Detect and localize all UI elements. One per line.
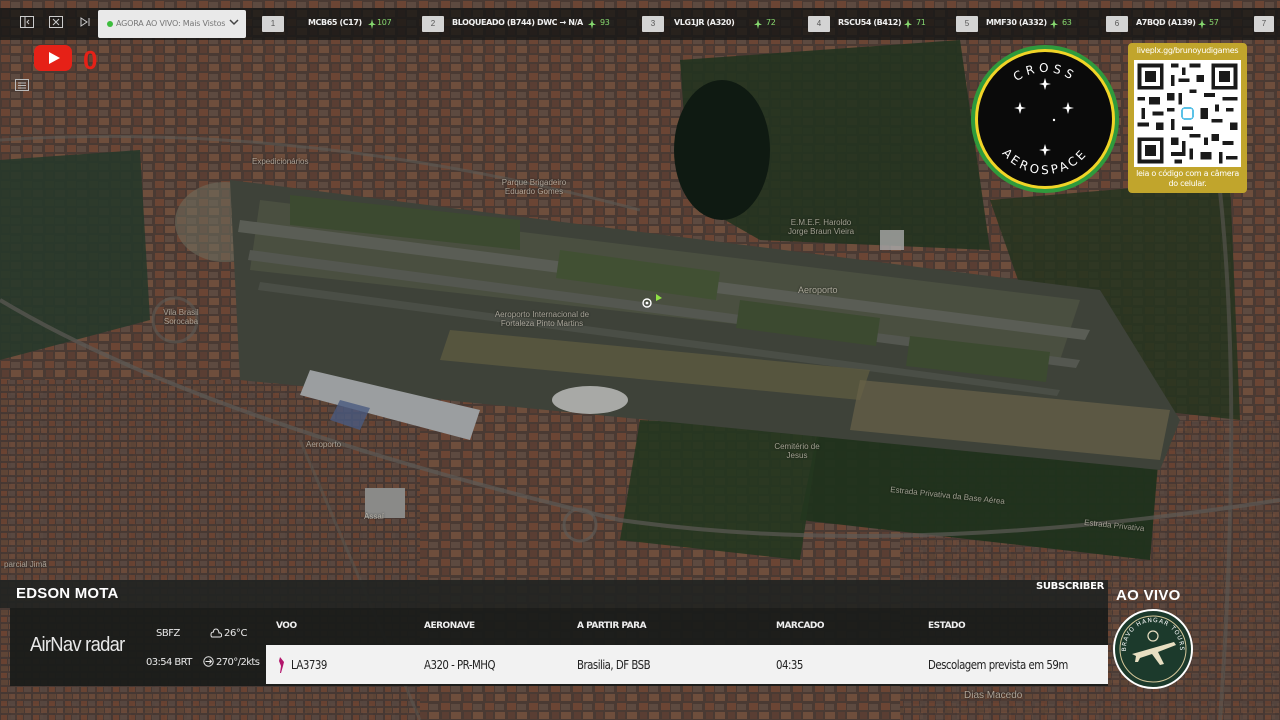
weather-cloud-icon: [210, 628, 223, 638]
skip-next-icon[interactable]: [77, 16, 93, 32]
map-label: Expedicionários: [252, 157, 309, 166]
header-status: ESTADO: [928, 621, 966, 631]
subscriber-label: SUBSCRIBER: [1035, 581, 1104, 592]
stream-screen: Expedicionários Parque Brigadeiro Eduard…: [0, 0, 1280, 720]
top-flight-item[interactable]: 3 VLG1JR (A320) 72: [642, 16, 792, 32]
header-aircraft: AERONAVE: [424, 621, 475, 631]
top-flight-item[interactable]: 1 MCB65 (C17) 107: [262, 16, 412, 32]
map-label: Assaí: [364, 512, 385, 521]
flight-info-panel: EDSON MOTA SUBSCRIBER AirNav radar SBFZ …: [0, 580, 1108, 686]
wind-compass-icon: [203, 656, 214, 667]
brand-main: AirNav: [30, 634, 82, 656]
flight-status: Descolagem prevista em 59m: [928, 658, 1068, 672]
presenter-name: EDSON MOTA: [16, 585, 119, 602]
map-label: Parque Brigadeiro Eduardo Gomes: [501, 178, 567, 196]
map-label: Aeroporto Internacional de Fortaleza Pin…: [494, 310, 590, 328]
live-status-dot: [107, 21, 113, 27]
flight-viewers: 57: [1209, 18, 1219, 27]
live-selector-dropdown[interactable]: AGORA AO VIVO: Mais Vistos: [98, 10, 246, 38]
viewers-icon: [904, 19, 912, 29]
map-label: Cemitério de Jesus: [774, 442, 820, 460]
flight-viewers: 72: [766, 18, 776, 27]
flight-rank: 5: [956, 16, 978, 32]
flight-rank: 1: [262, 16, 284, 32]
top-bar: AGORA AO VIVO: Mais Vistos 1 MCB65 (C17)…: [0, 8, 1280, 40]
flight-row[interactable]: LA3739 A320 - PR-MHQ Brasilia, DF BSB 04…: [266, 645, 1108, 684]
airnav-radar-logo: AirNav radar: [30, 634, 125, 657]
header-destination: A PARTIR PARA: [577, 621, 647, 631]
bravo-hangar-tours-logo: BRAVO HANGAR TOURS: [1113, 609, 1193, 689]
flight-viewers: 63: [1062, 18, 1072, 27]
airport-code: SBFZ: [156, 628, 180, 639]
qr-code-card[interactable]: liveplx.gg/brunoyudigames leia o código …: [1128, 43, 1247, 193]
chevron-down-icon: [229, 19, 239, 26]
temperature-value: 26°C: [224, 628, 248, 639]
flight-code: VLG1JR (A320): [674, 18, 735, 27]
youtube-icon[interactable]: [34, 45, 72, 71]
live-badge: AO VIVO: [1116, 587, 1181, 604]
header-flight: VOO: [276, 621, 297, 631]
sidebar-toggle-icon[interactable]: [19, 16, 35, 32]
flight-viewers: 71: [916, 18, 926, 27]
top-flight-item[interactable]: 7: [1254, 16, 1278, 32]
map-label: Aeroporto: [798, 285, 838, 295]
cross-aerospace-logo: CROSS AEROSPACE: [971, 45, 1119, 193]
map-label: E.M.E.F. Haroldo Jorge Braun Vieira: [787, 218, 855, 236]
flight-rank: 7: [1254, 16, 1274, 32]
brand-sub: radar: [85, 634, 125, 656]
flight-rank: 2: [422, 16, 444, 32]
flight-rank: 4: [808, 16, 830, 32]
list-panel-icon[interactable]: [12, 79, 32, 95]
qr-code[interactable]: [1134, 60, 1241, 167]
top-flight-item[interactable]: 6 A7BQD (A139) 57: [1106, 16, 1226, 32]
map-label: Dias Macedo: [964, 690, 1023, 701]
flight-code: BLOQUEADO (B744) DWC → N/A: [452, 18, 583, 27]
top-flight-item[interactable]: 5 MMF30 (A332) 63: [956, 16, 1096, 32]
flight-rank: 6: [1106, 16, 1128, 32]
close-panel-icon[interactable]: [48, 16, 64, 32]
flight-code: RSCU54 (B412): [838, 18, 902, 27]
top-flight-item[interactable]: 2 BLOQUEADO (B744) DWC → N/A 93: [422, 16, 622, 32]
wind-value: 270°/2kts: [216, 657, 260, 668]
flight-viewers: 93: [600, 18, 610, 27]
top-flight-item[interactable]: 4 RSCU54 (B412) 71: [808, 16, 948, 32]
scheduled-time: 04:35: [776, 658, 803, 672]
viewers-icon: [1198, 19, 1206, 29]
temperature: 26°C: [210, 627, 248, 639]
map-label: parcial Jimã: [4, 560, 47, 569]
flight-code: MMF30 (A332): [986, 18, 1047, 27]
play-icon: [49, 52, 60, 64]
flight-number: LA3739: [291, 658, 327, 672]
viewers-icon: [588, 19, 596, 29]
panel-header: EDSON MOTA SUBSCRIBER: [0, 580, 1108, 608]
flight-code: A7BQD (A139): [1136, 18, 1196, 27]
header-scheduled: MARCADO: [776, 621, 825, 631]
flight-code: MCB65 (C17): [308, 18, 362, 27]
map-label: Aeroporto: [306, 440, 342, 449]
viewers-icon: [1050, 19, 1058, 29]
map-label: Vila Brasil Sorocaba: [163, 308, 199, 326]
youtube-counter: 0: [83, 45, 98, 75]
aircraft-reg: A320 - PR-MHQ: [424, 658, 495, 672]
qr-caption: leia o código com a câmera do celular.: [1136, 169, 1239, 188]
viewers-icon: [368, 19, 376, 29]
destination: Brasilia, DF BSB: [577, 658, 651, 672]
qr-url: liveplx.gg/brunoyudigames: [1136, 46, 1239, 55]
live-selector-label: AGORA AO VIVO: Mais Vistos: [116, 19, 226, 28]
panel-body: AirNav radar SBFZ 03:54 BRT 26°C 270°/2k…: [10, 608, 1108, 686]
viewers-icon: [754, 19, 762, 29]
flight-rank: 3: [642, 16, 664, 32]
airline-tail-icon: [279, 657, 284, 673]
wind: 270°/2kts: [203, 656, 260, 668]
flight-viewers: 107: [377, 18, 392, 27]
local-time: 03:54 BRT: [146, 657, 192, 668]
